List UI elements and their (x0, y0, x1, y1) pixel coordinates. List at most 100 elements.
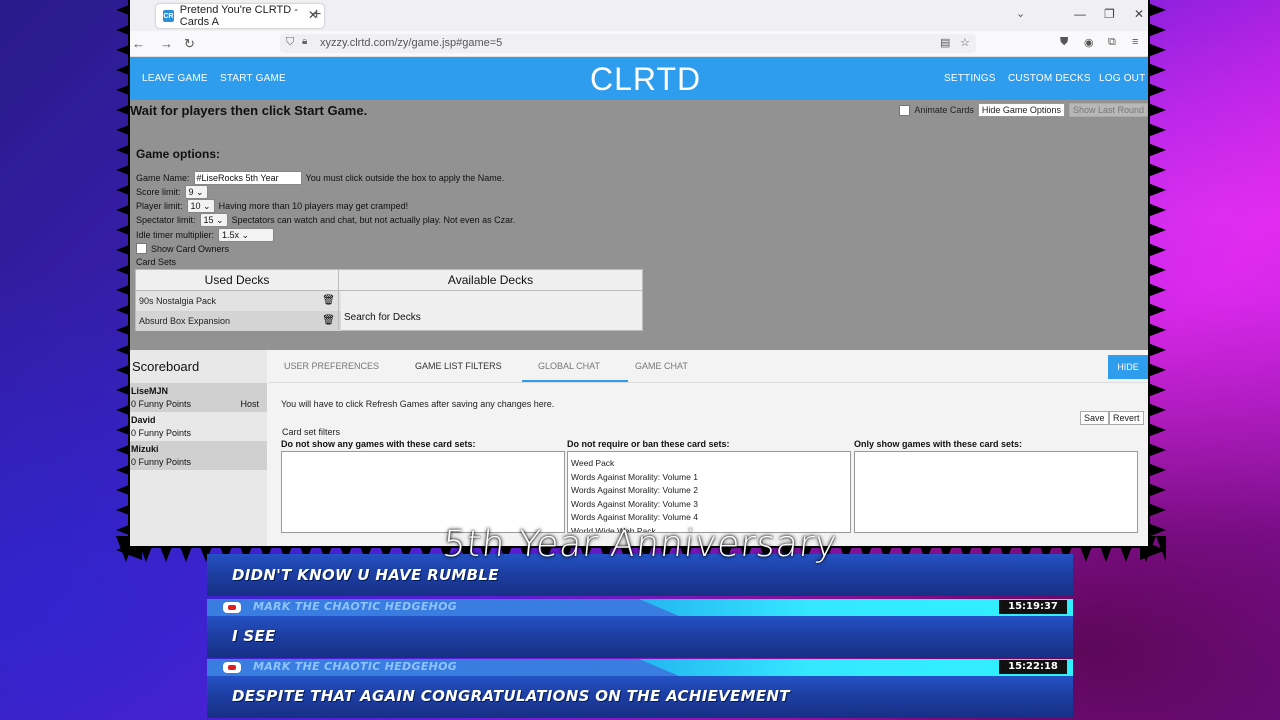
chat-message-text: DESPITE THAT AGAIN CONGRATULATIONS ON TH… (232, 687, 790, 705)
account-icon[interactable]: ◉ (1084, 36, 1094, 49)
start-game-button[interactable]: START GAME (220, 73, 286, 84)
new-tab-icon[interactable]: + (312, 6, 321, 24)
menu-icon[interactable]: ≡ (1132, 36, 1138, 48)
game-name-hint: You must click outside the box to apply … (305, 173, 505, 183)
favicon-icon: CR (163, 10, 174, 22)
tab-bar: CR Pretend You're CLRTD - Cards A ✕ + ⌄ … (130, 0, 1148, 31)
bookmark-star-icon[interactable]: ☆ (960, 36, 970, 49)
chat-name-bar: MARK THE CHAOTIC HEDGEHOG 15:19:37 (207, 599, 1073, 616)
card-set-filters-label: Card set filters (282, 427, 341, 437)
list-item[interactable]: Words Against Morality: Volume 3 (568, 498, 850, 512)
player-points: 0 Funny Points (131, 457, 192, 467)
used-decks-header: Used Decks (136, 270, 339, 291)
score-limit-row: Score limit: 9 ⌄ (136, 185, 208, 199)
active-tab-indicator (522, 380, 628, 382)
hide-button[interactable]: HIDE (1108, 355, 1148, 379)
forward-icon[interactable]: → (160, 36, 173, 51)
spectator-limit-select[interactable]: 15 ⌄ (199, 213, 228, 227)
player-name: Mizuki (131, 444, 159, 454)
ban-list[interactable] (281, 451, 565, 533)
app-header: LEAVE GAME START GAME CLRTD SETTINGS CUS… (130, 57, 1148, 100)
animate-cards-checkbox[interactable] (899, 104, 911, 116)
trash-icon[interactable]: 🗑︎ (322, 291, 335, 311)
game-lobby: Wait for players then click Start Game. … (130, 100, 1148, 350)
browser-tab[interactable]: CR Pretend You're CLRTD - Cards A ✕ (156, 4, 324, 28)
extensions-icon[interactable]: ⧉ (1108, 36, 1116, 49)
tab-user-preferences[interactable]: USER PREFERENCES (284, 361, 379, 371)
tab-game-list-filters[interactable]: GAME LIST FILTERS (415, 361, 502, 371)
youtube-icon (223, 602, 241, 613)
list-item[interactable]: Weed Pack (568, 457, 850, 471)
panel-tabs: USER PREFERENCES GAME LIST FILTERS GLOBA… (268, 350, 1148, 383)
show-owners-label: Show Card Owners (151, 243, 230, 254)
tab-title: Pretend You're CLRTD - Cards A (179, 4, 298, 28)
tab-global-chat[interactable]: GLOBAL CHAT (538, 361, 600, 371)
chevron-down-icon[interactable]: ⌄ (1016, 7, 1025, 20)
tab-game-chat[interactable]: GAME CHAT (635, 361, 688, 371)
bottom-panel: Scoreboard LiseMJN 0 Funny Points Host D… (130, 350, 1148, 546)
save-button[interactable]: Save (1080, 411, 1109, 425)
decks-table: Used Decks Available Decks 90s Nostalgia… (135, 269, 643, 331)
require-list[interactable] (854, 451, 1138, 533)
trash-icon[interactable]: 🗑︎ (322, 311, 335, 331)
chat-timestamp: 15:22:18 (999, 660, 1067, 674)
game-name-input[interactable]: #LiseRocks 5th Year (193, 171, 302, 185)
player-limit-label: Player limit: (136, 201, 183, 211)
maximize-icon[interactable]: ❐ (1104, 7, 1115, 21)
score-limit-label: Score limit: (136, 187, 181, 197)
idle-timer-select[interactable]: 1.5x ⌄ (218, 228, 275, 242)
scoreboard: Scoreboard LiseMJN 0 Funny Points Host D… (130, 350, 267, 546)
player-points: 0 Funny Points (131, 428, 192, 438)
used-deck-item[interactable]: 90s Nostalgia Pack 🗑︎ (136, 291, 341, 311)
show-owners-row: Show Card Owners (136, 243, 229, 254)
list-item[interactable]: Words Against Morality: Volume 1 (568, 471, 850, 485)
game-name-row: Game Name: #LiseRocks 5th Year You must … (136, 171, 504, 185)
options-title: Game options: (136, 147, 221, 161)
pocket-icon[interactable]: ⛊ (1060, 36, 1068, 49)
chat-name-bar: MARK THE CHAOTIC HEDGEHOG 15:22:18 (207, 659, 1073, 676)
reader-view-icon[interactable]: ▤ (940, 36, 950, 49)
decks-divider (338, 290, 339, 330)
back-icon[interactable]: ← (132, 36, 145, 51)
filter-col-require-header: Only show games with these card sets: (854, 439, 1023, 449)
list-item[interactable]: Words Against Morality: Volume 4 (568, 511, 850, 525)
chat-message-box: I SEE (207, 616, 1073, 658)
url-text[interactable]: xyzzy.clrtd.com/zy/game.jsp#game=5 (320, 37, 502, 49)
brand-logo: CLRTD (590, 61, 702, 97)
used-deck-item[interactable]: Absurd Box Expansion 🗑︎ (136, 311, 341, 331)
shield-icon[interactable]: ⛉ (286, 36, 294, 49)
hide-options-button[interactable]: Hide Game Options (977, 103, 1065, 117)
minimize-icon[interactable]: — (1074, 7, 1086, 21)
log-out-link[interactable]: LOG OUT (1099, 73, 1145, 84)
player-name: David (131, 415, 156, 425)
list-item[interactable]: Words Against Morality: Volume 2 (568, 484, 850, 498)
game-toolbar: Animate Cards Hide Game Options Show Las… (899, 103, 1148, 117)
idle-timer-row: Idle timer multiplier: 1.5x ⌄ (136, 228, 275, 242)
reload-icon[interactable]: ↻ (184, 36, 195, 52)
custom-decks-link[interactable]: CUSTOM DECKS (1008, 73, 1091, 84)
browser-window: CR Pretend You're CLRTD - Cards A ✕ + ⌄ … (130, 0, 1148, 546)
close-window-icon[interactable]: ✕ (1134, 7, 1144, 21)
revert-button[interactable]: Revert (1109, 411, 1144, 425)
show-owners-checkbox[interactable] (136, 243, 147, 254)
player-limit-select[interactable]: 10 ⌄ (186, 199, 215, 213)
neutral-list[interactable]: Weed Pack Words Against Morality: Volume… (567, 451, 851, 533)
player-limit-row: Player limit: 10 ⌄ Having more than 10 p… (136, 199, 408, 213)
url-bar[interactable]: ⛉ 🔒︎ xyzzy.clrtd.com/zy/game.jsp#game=5 … (280, 34, 976, 53)
anniversary-banner: 5th Year Anniversary (440, 524, 840, 565)
show-last-round-button[interactable]: Show Last Round (1068, 103, 1148, 117)
score-limit-select[interactable]: 9 ⌄ (184, 185, 208, 199)
search-decks-input[interactable]: Search for Decks (344, 312, 421, 323)
filter-col-neutral-header: Do not require or ban these card sets: (567, 439, 730, 449)
leave-game-button[interactable]: LEAVE GAME (142, 73, 208, 84)
settings-link[interactable]: SETTINGS (944, 73, 996, 84)
chat-username: MARK THE CHAOTIC HEDGEHOG (253, 600, 458, 613)
player-limit-hint: Having more than 10 players may get cram… (218, 201, 409, 211)
player-row: LiseMJN 0 Funny Points Host (130, 383, 267, 412)
chat-message-box: DESPITE THAT AGAIN CONGRATULATIONS ON TH… (207, 676, 1073, 718)
scoreboard-title: Scoreboard (132, 359, 200, 374)
lock-icon[interactable]: 🔒︎ (302, 36, 307, 47)
chat-message-text: I SEE (232, 627, 276, 645)
spectator-limit-row: Spectator limit: 15 ⌄ Spectators can wat… (136, 213, 515, 227)
game-name-label: Game Name: (136, 173, 190, 183)
